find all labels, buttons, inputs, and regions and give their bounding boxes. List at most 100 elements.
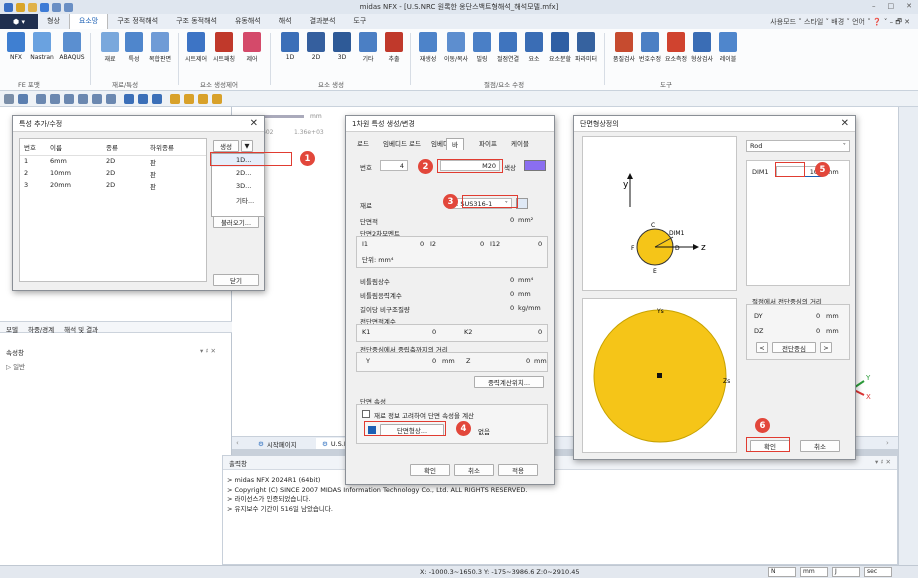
color-picker[interactable] [524, 160, 546, 171]
ribbon-other[interactable]: 기타 [356, 32, 380, 63]
ribbon-regenerate[interactable]: 재생성 [416, 32, 440, 63]
zoom-in-icon[interactable] [64, 94, 74, 104]
shear-center-button[interactable]: 전단중심 [772, 342, 816, 353]
tab-scroll-left[interactable]: ‹ [236, 439, 239, 447]
i12-value[interactable]: 0 [538, 240, 542, 248]
rotate-icon[interactable] [92, 94, 102, 104]
tab-dynamic[interactable]: 구조 동적해석 [167, 14, 226, 29]
load-button[interactable]: 불러오기... [213, 216, 259, 228]
dy-value[interactable]: 0 [816, 312, 820, 320]
tab-analysis[interactable]: 해석 [270, 14, 301, 29]
tab-scroll-right[interactable]: › [886, 439, 889, 447]
k2-value[interactable]: 0 [538, 328, 542, 336]
cancel-button[interactable]: 취소 [454, 464, 494, 476]
tree-item-general[interactable]: ▷ 일반 [6, 361, 25, 371]
tab-cfd[interactable]: 유동해석 [226, 14, 270, 29]
filter-icon[interactable] [18, 94, 28, 104]
cancel-button[interactable]: 취소 [800, 440, 840, 452]
tab-model[interactable]: 모델 [6, 324, 18, 334]
ribbon-node-connect[interactable]: 절점연결 [496, 32, 520, 63]
tab-rod[interactable]: 로드 [352, 138, 374, 150]
tab-mesh[interactable]: 요소망 [68, 14, 109, 29]
ribbon-abaqus[interactable]: ABAQUS [59, 32, 85, 61]
ok-button[interactable]: 확인 [750, 440, 790, 452]
menu-item-3d[interactable]: 3D... [212, 180, 264, 193]
ribbon-nastran[interactable]: Nastran [30, 32, 54, 61]
ribbon-material[interactable]: 재료 [98, 32, 122, 63]
tab-tools[interactable]: 도구 [344, 14, 375, 29]
y-value[interactable]: 0 [432, 357, 436, 365]
tab-static[interactable]: 구조 정적해석 [108, 14, 167, 29]
pan-icon[interactable] [106, 94, 116, 104]
prev-center-button[interactable]: < [756, 342, 768, 353]
select-icon[interactable] [4, 94, 14, 104]
new-file-icon[interactable] [16, 2, 25, 12]
z-value[interactable]: 0 [526, 357, 530, 365]
torsion-value[interactable]: 0 [510, 276, 514, 284]
tab-bar[interactable]: 바 [446, 138, 464, 150]
ribbon-measure[interactable]: 요소측정 [664, 32, 688, 63]
redo-icon[interactable] [64, 2, 73, 12]
ribbon-composite[interactable]: 복합판면 [148, 32, 172, 63]
undo-icon[interactable] [52, 2, 61, 12]
create-button[interactable]: 생성 [213, 140, 239, 152]
unit-energy-select[interactable]: J [832, 567, 860, 577]
tab-analysis-results[interactable]: 해석 및 결과 [64, 324, 98, 334]
k1-value[interactable]: 0 [432, 328, 436, 336]
feature-edge-icon[interactable] [212, 94, 222, 104]
zoom-window-icon[interactable] [50, 94, 60, 104]
i1-value[interactable]: 0 [420, 240, 424, 248]
ribbon-element-split[interactable]: 요소분할 [548, 32, 572, 63]
shape-select[interactable]: Rod ˅ [746, 140, 850, 152]
warp-value[interactable]: 0 [510, 290, 514, 298]
display-mode-icon[interactable] [170, 94, 180, 104]
calc-position-button[interactable]: 중력계산위치... [474, 376, 544, 388]
menu-item-2d[interactable]: 2D... [212, 167, 264, 180]
zoom-out-icon[interactable] [78, 94, 88, 104]
view-top-icon[interactable] [138, 94, 148, 104]
wireframe-icon[interactable] [198, 94, 208, 104]
ribbon-control[interactable]: 제어 [240, 32, 264, 63]
shade-icon[interactable] [184, 94, 194, 104]
dialog-close-icon[interactable]: ✕ [841, 118, 849, 129]
tab-geometry[interactable]: 형상 [38, 14, 69, 29]
ribbon-bend[interactable]: 빌링 [470, 32, 494, 63]
mass-value[interactable]: 0 [510, 304, 514, 312]
view-front-icon[interactable] [124, 94, 134, 104]
close-button[interactable]: ✕ [906, 2, 912, 10]
menu-item-other[interactable]: 기타... [212, 193, 264, 206]
ribbon-seed-patch[interactable]: 시트패칭 [212, 32, 236, 63]
ribbon-parameter[interactable]: 파라미터 [574, 32, 598, 63]
dialog-close-button[interactable]: 닫기 [213, 274, 259, 286]
minimize-button[interactable]: – [872, 2, 876, 10]
ribbon-property[interactable]: 특성 [122, 32, 146, 63]
ribbon-element[interactable]: 요소 [522, 32, 546, 63]
unit-force-select[interactable]: N [768, 567, 796, 577]
ok-button[interactable]: 확인 [410, 464, 450, 476]
menu-item-1d[interactable]: 1D... [212, 154, 264, 167]
ribbon-extract[interactable]: 추출 [382, 32, 406, 63]
table-row[interactable]: 3 20mm 2D 판 [20, 180, 206, 192]
create-dropdown-button[interactable]: ▼ [241, 140, 253, 152]
calc-checkbox[interactable] [362, 410, 370, 418]
dz-value[interactable]: 0 [816, 327, 820, 335]
table-row[interactable]: 2 10mm 2D 판 [20, 168, 206, 180]
ribbon-nfx[interactable]: NFX [4, 32, 28, 61]
tab-results[interactable]: 결과분석 [301, 14, 345, 29]
section-shape-button[interactable]: 단면형상... [380, 424, 444, 436]
ribbon-renumber[interactable]: 번호수정 [638, 32, 662, 63]
open-file-icon[interactable] [28, 2, 37, 12]
doc-tab-start[interactable]: ⚙ 시작페이지 [252, 438, 303, 449]
right-side-strip[interactable] [898, 107, 918, 565]
top-right-menu[interactable]: 사용모드 ˅ 스타일 ˅ 배경 ˅ 언어 ˅ ❓ ˅ – 🗗 ✕ [770, 17, 910, 29]
i2-value[interactable]: 0 [480, 240, 484, 248]
tab-cable[interactable]: 케이블 [506, 138, 534, 150]
panel-pin-icon[interactable]: ▾ ♯ ✕ [200, 347, 216, 355]
tab-load-boundary[interactable]: 하중/경계 [28, 324, 54, 334]
name-input[interactable]: M20 [440, 160, 500, 171]
tab-embedded-rod[interactable]: 임베디드 로드 [378, 138, 426, 150]
ribbon-2d[interactable]: 2D [304, 32, 328, 61]
apply-button[interactable]: 적용 [498, 464, 538, 476]
ribbon-3d[interactable]: 3D [330, 32, 354, 61]
ribbon-label[interactable]: 레이블 [716, 32, 740, 63]
